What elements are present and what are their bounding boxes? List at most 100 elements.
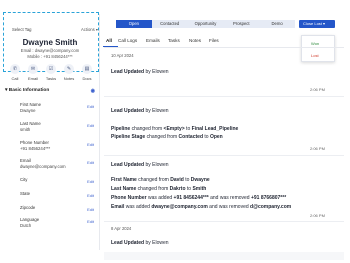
entry-author: by Elowen bbox=[144, 162, 169, 168]
tab-tasks[interactable]: Tasks bbox=[168, 38, 180, 43]
change-old: +91 8456244*** bbox=[173, 195, 209, 201]
notes-icon: ✎ bbox=[64, 64, 74, 74]
edit-button[interactable]: Edit bbox=[87, 207, 94, 212]
change-new: Open bbox=[209, 134, 223, 140]
timeline-date: 10 Apr 2024 bbox=[111, 53, 134, 58]
change-old: Dakrto bbox=[169, 186, 186, 192]
tab-call-logs[interactable]: Call Logs bbox=[118, 38, 137, 43]
close-dropdown: Won Lost bbox=[301, 35, 335, 62]
field-state: State Edit bbox=[20, 191, 98, 198]
change-to: to bbox=[203, 134, 210, 140]
change-field: Phone Number bbox=[111, 195, 147, 201]
field-phone: Phone Number +91 8456244*** Edit bbox=[20, 140, 98, 151]
edit-button[interactable]: Edit bbox=[87, 142, 94, 147]
tasks-icon: ☑ bbox=[46, 64, 56, 74]
entry-title: Lead Updated bbox=[111, 240, 145, 246]
entry-divider bbox=[104, 221, 344, 222]
timeline-entry: Lead Updated by Elowen bbox=[111, 69, 169, 75]
tab-all[interactable]: All bbox=[106, 38, 112, 43]
email-action[interactable]: ✉ Email bbox=[27, 64, 39, 81]
field-first-name: First Name Dwayne Edit bbox=[20, 102, 98, 113]
change-line: First Name changed from David to Dwayne bbox=[111, 177, 210, 183]
docs-icon: ▤ bbox=[82, 64, 92, 74]
change-old: David bbox=[170, 177, 184, 183]
change-verb: changed from bbox=[130, 126, 164, 132]
change-verb: changed from bbox=[136, 186, 170, 192]
change-to: and was removed bbox=[208, 195, 251, 201]
change-old: Contacted bbox=[178, 134, 203, 140]
entry-time: 2:06 PM bbox=[310, 213, 325, 218]
quick-actions: ✆ Call ✉ Email ☑ Tasks ✎ Notes ▤ Docs bbox=[9, 64, 101, 82]
change-line: Email was added dwayne@company.com and w… bbox=[111, 204, 291, 210]
mail-icon: ✉ bbox=[28, 64, 38, 74]
docs-action[interactable]: ▤ Docs bbox=[81, 64, 93, 81]
timeline-date: 8 Apr 2024 bbox=[111, 226, 132, 231]
stage-opportunity[interactable]: Opportunity bbox=[188, 20, 224, 28]
change-new: Dwayne bbox=[190, 177, 210, 183]
entry-time: 2:06 PM bbox=[310, 87, 325, 92]
basic-info-header[interactable]: ▾ Basic Information ◉ bbox=[5, 88, 99, 96]
edit-button[interactable]: Edit bbox=[87, 160, 94, 165]
call-label: Call bbox=[11, 76, 19, 81]
change-field: Last Name bbox=[111, 186, 137, 192]
close-lost-button[interactable]: Close Lost ▾ bbox=[299, 20, 335, 28]
edit-button[interactable]: Edit bbox=[87, 179, 94, 184]
tab-files[interactable]: Files bbox=[209, 38, 219, 43]
stage-open[interactable]: Open bbox=[116, 20, 152, 28]
entry-time: 2:06 PM bbox=[310, 146, 325, 151]
edit-button[interactable]: Edit bbox=[87, 193, 94, 198]
lead-detail-screen: Select Tag Actions ▾ Dwayne Smith Email … bbox=[0, 0, 350, 263]
field-last-name: Last Name smith Edit bbox=[20, 121, 98, 132]
call-action[interactable]: ✆ Call bbox=[9, 64, 21, 81]
contact-email: Email : dwayne@company.com bbox=[20, 48, 80, 53]
lost-option[interactable]: Lost bbox=[311, 53, 319, 58]
tag-row: Select Tag Actions ▾ bbox=[12, 27, 98, 32]
change-verb: changed from bbox=[145, 134, 179, 140]
actions-menu[interactable]: Actions ▾ bbox=[81, 27, 98, 32]
change-line: Phone Number was added +91 8456244*** an… bbox=[111, 195, 286, 201]
basic-info-title: Basic Information bbox=[8, 88, 50, 93]
entry-author: by Elowen bbox=[144, 240, 169, 246]
edit-button[interactable]: Edit bbox=[87, 123, 94, 128]
stage-contacted[interactable]: Contacted bbox=[152, 20, 188, 28]
notes-action[interactable]: ✎ Notes bbox=[63, 64, 75, 81]
docs-label: Docs bbox=[82, 76, 92, 81]
entry-divider bbox=[104, 155, 344, 156]
timeline-entry: Lead Updated by Elowen bbox=[111, 162, 169, 168]
change-verb: was added bbox=[146, 195, 174, 201]
change-field: Pipeline bbox=[111, 126, 131, 132]
notes-label: Notes bbox=[63, 76, 75, 81]
entry-title: Lead Updated bbox=[111, 108, 145, 114]
tasks-action[interactable]: ☑ Tasks bbox=[45, 64, 57, 81]
timeline-footer bbox=[104, 252, 344, 260]
won-option[interactable]: Won bbox=[311, 41, 319, 46]
entry-author: by Elowen bbox=[144, 108, 169, 114]
timeline-entry: Lead Updated by Elowen bbox=[111, 108, 169, 114]
timeline-entry: Lead Updated by Elowen bbox=[111, 240, 169, 246]
change-old: <Empty> bbox=[163, 126, 185, 132]
eye-icon[interactable]: ◉ bbox=[91, 88, 95, 94]
edit-button[interactable]: Edit bbox=[87, 104, 94, 109]
entry-title: Lead Updated bbox=[111, 162, 145, 168]
tabs-divider bbox=[104, 47, 344, 48]
change-field: Email bbox=[111, 204, 125, 210]
stage-prospect[interactable]: Prospect bbox=[223, 20, 259, 28]
field-city: City Edit bbox=[20, 177, 98, 184]
stage-demo[interactable]: Demo bbox=[259, 20, 295, 28]
entry-title: Lead Updated bbox=[111, 69, 145, 75]
entry-author: by Elowen bbox=[144, 69, 169, 75]
change-verb: changed from bbox=[136, 177, 171, 183]
change-verb: was added bbox=[124, 204, 152, 210]
field-language: Language Dutch Edit bbox=[20, 217, 98, 228]
select-tag-dropdown[interactable]: Select Tag bbox=[12, 27, 31, 32]
contact-name: Dwayne Smith bbox=[22, 38, 78, 47]
tab-emails[interactable]: Emails bbox=[146, 38, 160, 43]
change-old: dwayne@company.com bbox=[151, 204, 208, 210]
change-new: d@company.com bbox=[250, 204, 292, 210]
change-line: Pipeline changed from <Empty> to Final L… bbox=[111, 126, 238, 132]
phone-icon: ✆ bbox=[10, 64, 20, 74]
tab-notes[interactable]: Notes bbox=[189, 38, 201, 43]
edit-button[interactable]: Edit bbox=[87, 219, 94, 224]
tasks-label: Tasks bbox=[45, 76, 57, 81]
field-zipcode: Zipcode Edit bbox=[20, 205, 98, 212]
